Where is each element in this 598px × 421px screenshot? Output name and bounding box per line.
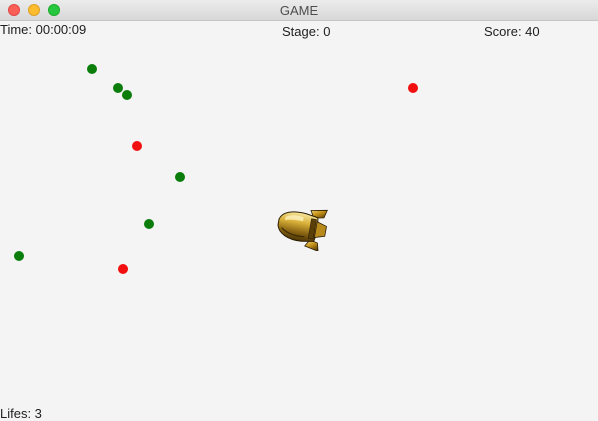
green-dot [122, 90, 132, 100]
green-dot [144, 219, 154, 229]
window-title: GAME [279, 3, 319, 18]
time-display: Time: 00:00:09 [0, 22, 87, 37]
green-dot [113, 83, 123, 93]
red-dot [118, 264, 128, 274]
spaceship-icon [277, 209, 328, 251]
game-canvas[interactable]: Time: 00:00:09 Stage: 0 Score: 40 Lifes:… [0, 21, 598, 421]
stage-display: Stage: 0 [282, 24, 331, 39]
green-dot [14, 251, 24, 261]
title-bar: GAME [0, 0, 598, 21]
green-dot [175, 172, 185, 182]
green-dot [87, 64, 97, 74]
game-window: GAME Time: 00:00:09 Stage: 0 Score: 40 L… [0, 0, 598, 421]
red-dot [132, 141, 142, 151]
lifes-display: Lifes: 3 [0, 406, 42, 421]
red-dot [408, 83, 418, 93]
score-display: Score: 40 [484, 24, 540, 39]
